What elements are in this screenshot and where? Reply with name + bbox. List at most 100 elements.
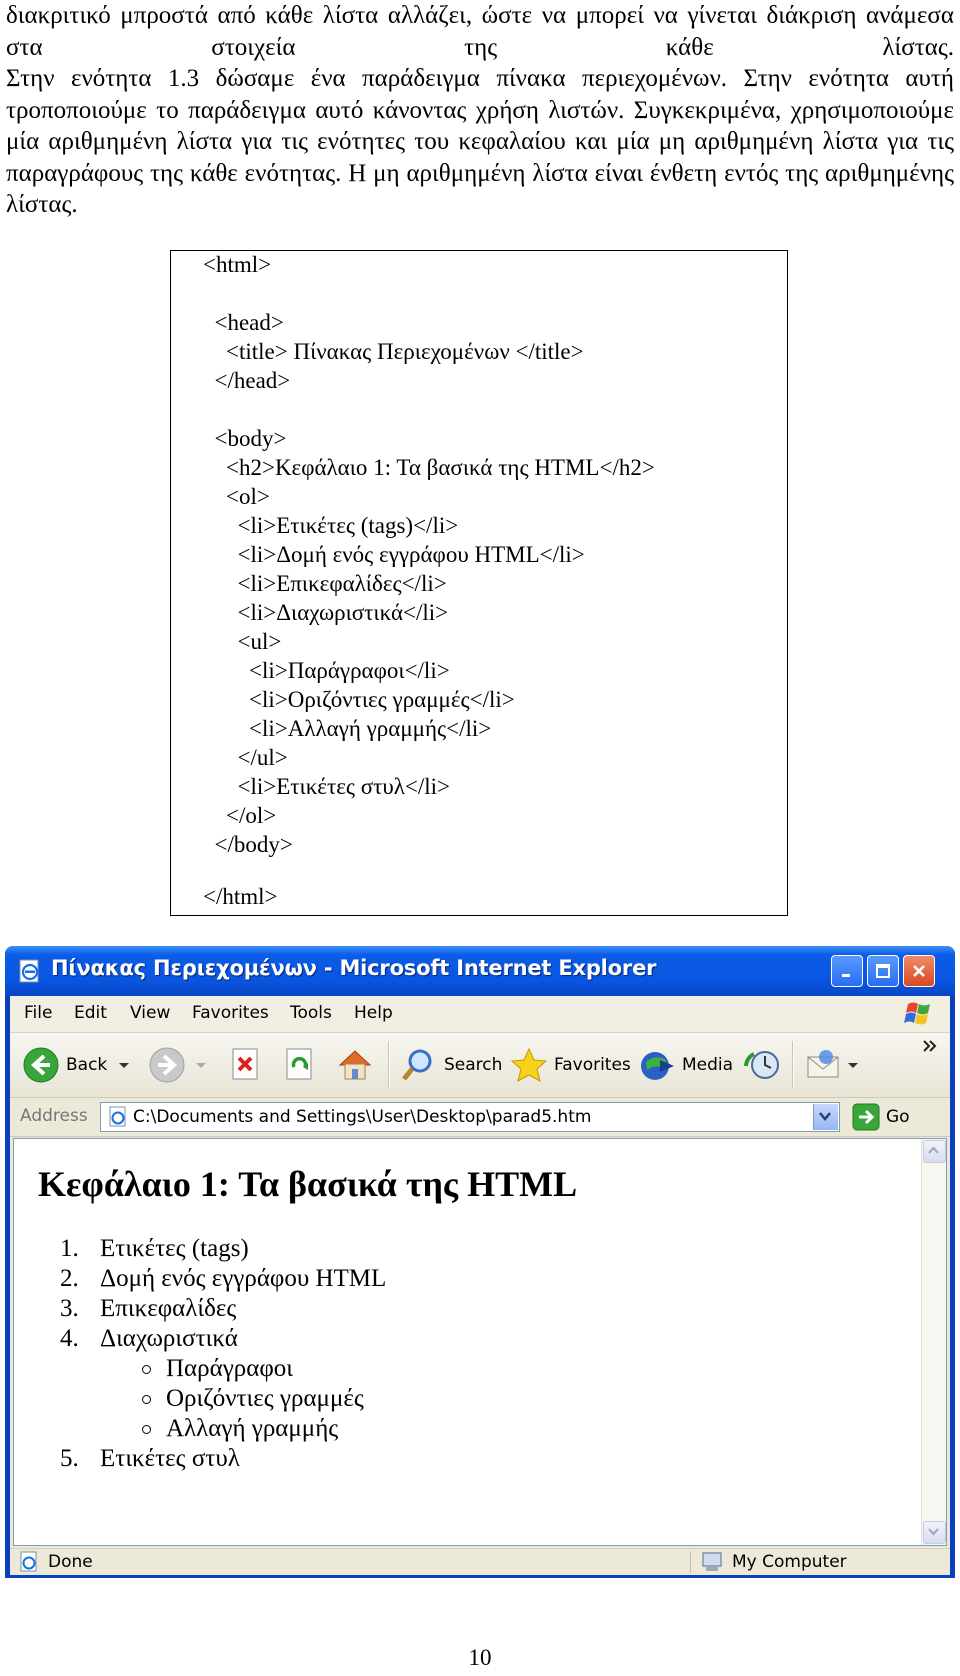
star-icon (510, 1047, 548, 1082)
stop-icon (232, 1048, 258, 1080)
list-text: Δομή ενός εγγράφου HTML (100, 1265, 387, 1292)
status-text: Done (48, 1552, 93, 1572)
status-zone: My Computer (700, 1551, 847, 1573)
code-line: <li>Παράγραφοι</li> (203, 658, 450, 683)
code-line: </ol> (203, 803, 277, 828)
chevron-up-icon (928, 1146, 939, 1154)
menu-bar: File Edit View Favorites Tools Help (10, 996, 950, 1033)
search-button[interactable]: Search (400, 1045, 502, 1085)
scroll-down-button[interactable] (923, 1521, 946, 1544)
favorites-label: Favorites (554, 1055, 631, 1075)
title-bar[interactable]: Πίνακας Περιεχομένων - Microsoft Interne… (5, 946, 955, 996)
history-button[interactable] (744, 1045, 784, 1085)
back-button[interactable]: Back (22, 1045, 131, 1085)
code-line: </ul> (203, 745, 288, 770)
code-line: <ul> (203, 629, 282, 654)
page-number: 10 (468, 1645, 492, 1670)
menu-edit[interactable]: Edit (74, 1003, 107, 1023)
go-label: Go (886, 1107, 910, 1127)
forward-arrow-icon (149, 1047, 185, 1083)
intro-line-1: διακριτικό μπροστά από κάθε λίστα αλλάζε… (6, 2, 954, 61)
list-text: Ετικέτες στυλ (100, 1445, 240, 1472)
code-listing: <html> <head> <title> Πίνακας Περιεχομέν… (170, 250, 788, 916)
nested-list-item: Οριζόντιες γραμμές (166, 1385, 364, 1412)
list-number: 1. (60, 1235, 79, 1262)
chevron-down-icon (119, 1063, 130, 1068)
vertical-scrollbar[interactable] (921, 1139, 946, 1545)
mail-button[interactable] (804, 1045, 860, 1085)
address-dropdown-button[interactable] (813, 1104, 838, 1130)
address-bar: Address C:\Documents and Settings\User\D… (10, 1098, 950, 1137)
mail-icon (807, 1050, 839, 1078)
back-arrow-icon (23, 1047, 59, 1083)
circle-bullet-icon (142, 1395, 151, 1404)
menu-view[interactable]: View (130, 1003, 170, 1023)
home-icon (338, 1050, 372, 1080)
favorites-button[interactable]: Favorites (510, 1045, 631, 1085)
standard-toolbar: Back Search Favorites Media (10, 1033, 950, 1098)
page-icon (109, 1106, 126, 1127)
minimize-button[interactable] (831, 955, 863, 987)
browser-body: File Edit View Favorites Tools Help Back (10, 996, 950, 1575)
code-line: <li>Οριζόντιες γραμμές</li> (203, 687, 515, 712)
circle-bullet-icon (142, 1425, 151, 1434)
code-line: <head> (203, 310, 284, 335)
scroll-up-button[interactable] (923, 1140, 946, 1163)
home-button[interactable] (336, 1045, 374, 1085)
intro-paragraph-2: Στην ενότητα 1.3 δώσαμε ένα παράδειγμα π… (6, 65, 954, 218)
code-line: <li>Ετικέτες στυλ</li> (203, 774, 451, 799)
code-line: </body> (203, 832, 293, 857)
maximize-icon (876, 964, 890, 978)
back-label: Back (66, 1055, 108, 1075)
code-line: <li>Επικεφαλίδες</li> (203, 571, 447, 596)
minimize-icon (842, 974, 850, 977)
close-button[interactable] (903, 955, 935, 987)
close-icon (913, 965, 925, 977)
menu-tools[interactable]: Tools (290, 1003, 332, 1023)
status-bar: Done My Computer (10, 1548, 950, 1575)
toolbar-separator (792, 1041, 794, 1089)
history-icon (744, 1051, 779, 1079)
stop-button[interactable] (230, 1045, 262, 1085)
code-line: <h2>Κεφάλαιο 1: Τα βασικά της HTML</h2> (203, 455, 655, 480)
zone-text: My Computer (732, 1552, 847, 1572)
list-text: Διαχωριστικά (100, 1325, 238, 1352)
list-number: 4. (60, 1325, 79, 1352)
media-label: Media (682, 1055, 734, 1075)
list-number: 5. (60, 1445, 79, 1472)
code-line: </head> (203, 368, 291, 393)
intro-text: διακριτικό μπροστά από κάθε λίστα αλλάζε… (6, 0, 954, 221)
code-line: <body> (203, 426, 287, 451)
code-line: <title> Πίνακας Περιεχομένων </title> (203, 339, 584, 364)
code-line: <ol> (203, 484, 270, 509)
chevron-down-icon (819, 1112, 831, 1121)
chevron-right-double-icon[interactable] (922, 1039, 938, 1053)
menu-file[interactable]: File (24, 1003, 52, 1023)
go-arrow-icon (852, 1103, 880, 1131)
circle-bullet-icon (142, 1365, 151, 1374)
address-input[interactable]: C:\Documents and Settings\User\Desktop\p… (100, 1102, 840, 1132)
status-left: Done (18, 1551, 93, 1573)
list-text: Επικεφαλίδες (100, 1295, 237, 1322)
forward-button[interactable] (148, 1045, 208, 1085)
list-number: 3. (60, 1295, 79, 1322)
go-button[interactable]: Go (852, 1103, 910, 1131)
menu-favorites[interactable]: Favorites (192, 1003, 269, 1023)
window-title: Πίνακας Περιεχομένων - Microsoft Interne… (51, 956, 657, 980)
media-icon (641, 1052, 674, 1080)
computer-icon (702, 1552, 722, 1571)
page-done-icon (20, 1551, 37, 1572)
list-text: Ετικέτες (tags) (100, 1235, 249, 1262)
chevron-down-icon (196, 1063, 206, 1068)
menu-help[interactable]: Help (354, 1003, 393, 1023)
page-viewport: Κεφάλαιο 1: Τα βασικά της HTML 1. Ετικέτ… (13, 1138, 947, 1546)
code-line: <li>Ετικέτες (tags)</li> (203, 513, 459, 538)
status-separator (690, 1551, 691, 1573)
refresh-button[interactable] (284, 1045, 316, 1085)
maximize-button[interactable] (867, 955, 899, 987)
code-line: <li>Διαχωριστικά</li> (203, 600, 449, 625)
page-heading: Κεφάλαιο 1: Τα βασικά της HTML (38, 1164, 578, 1204)
address-text: C:\Documents and Settings\User\Desktop\p… (133, 1107, 592, 1127)
media-button[interactable]: Media (638, 1045, 733, 1085)
code-line: </html> (203, 884, 278, 909)
